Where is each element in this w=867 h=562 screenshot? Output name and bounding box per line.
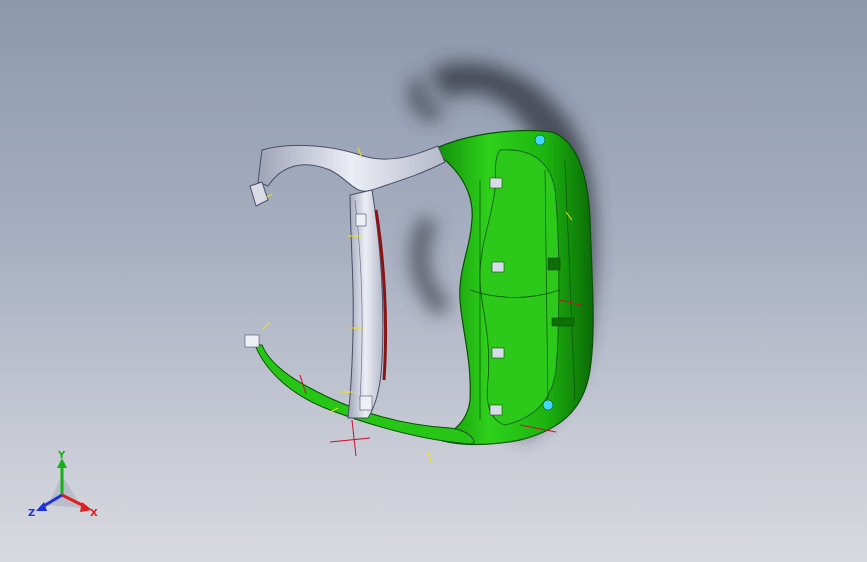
y-axis-label: Y xyxy=(57,450,66,461)
3d-viewport[interactable]: Y X Z xyxy=(0,0,867,562)
x-axis-label: X xyxy=(90,508,98,519)
model-canvas[interactable]: Y X Z xyxy=(0,0,867,562)
z-axis-label: Z xyxy=(28,508,35,519)
view-triad[interactable]: Y X Z xyxy=(28,450,98,519)
